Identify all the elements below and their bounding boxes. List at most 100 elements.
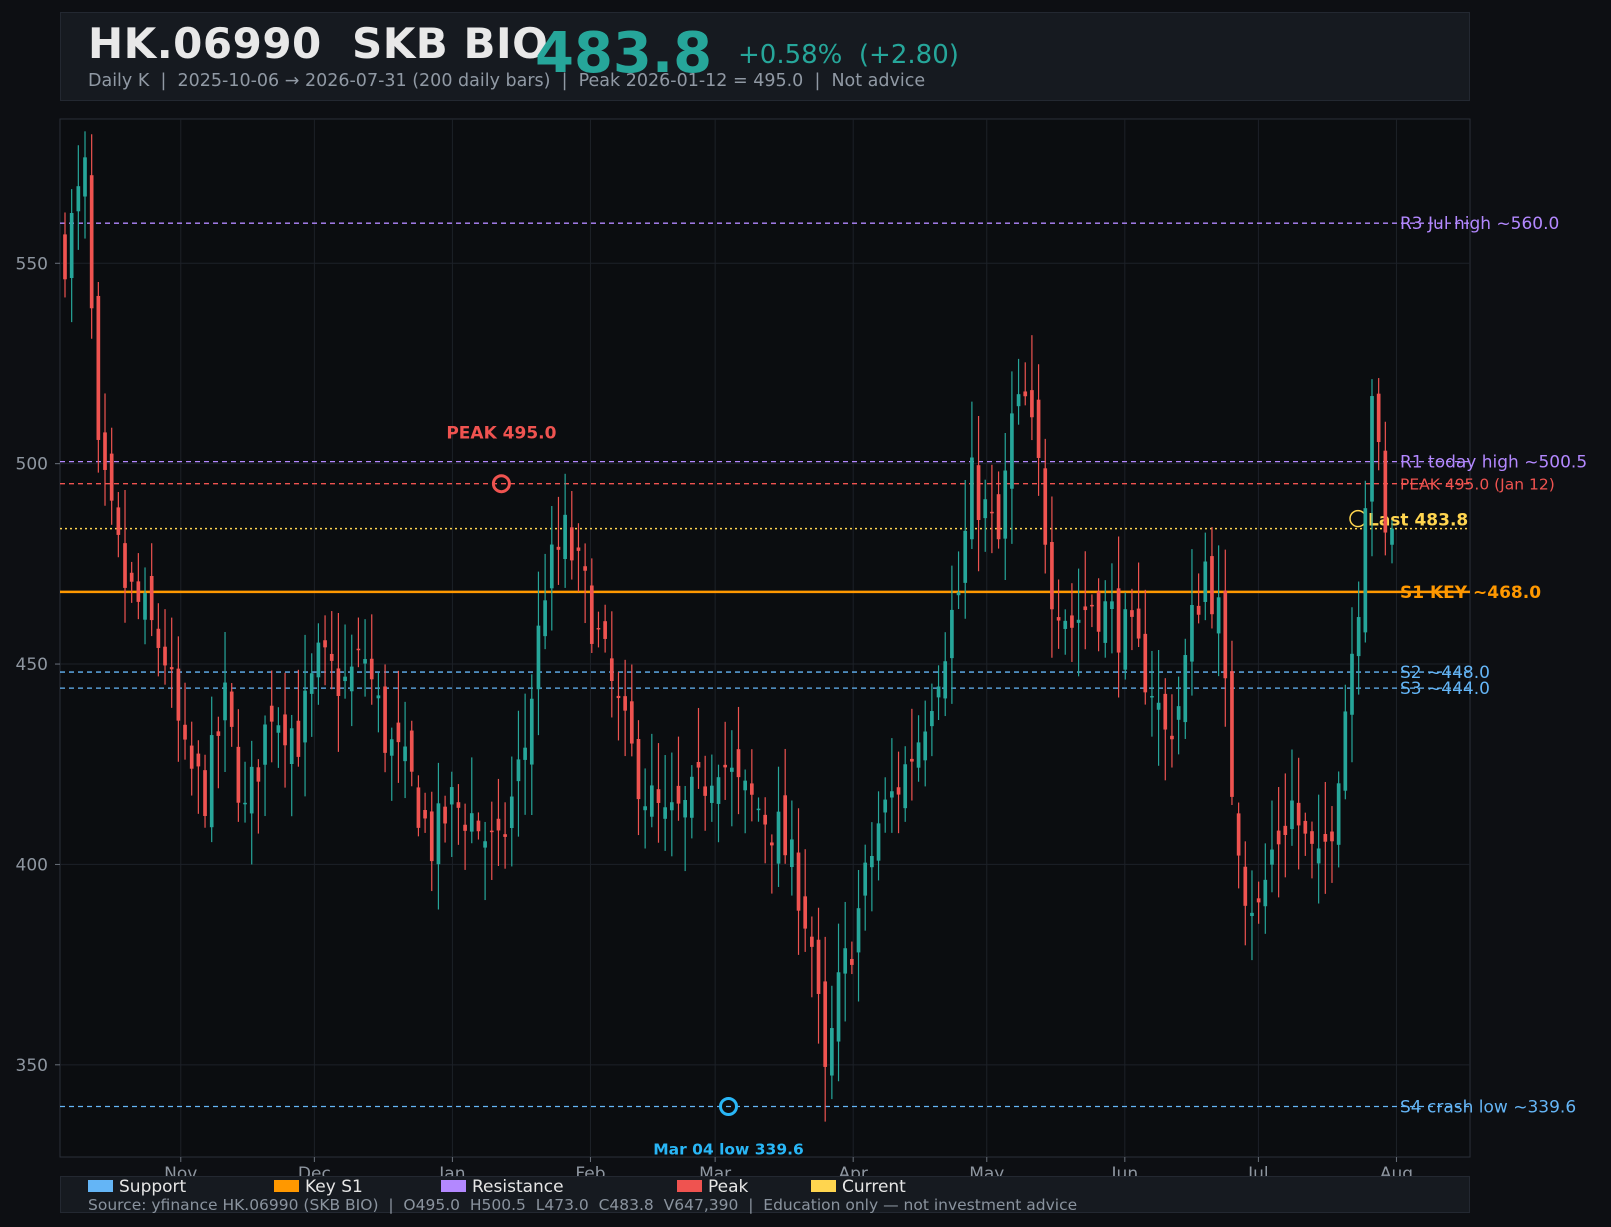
candle-body	[1096, 591, 1101, 632]
candle-body	[716, 777, 721, 804]
legend-label: Key S1	[305, 1177, 363, 1197]
candle-body	[916, 742, 921, 768]
candle-body	[416, 787, 421, 828]
candle-body	[163, 646, 167, 666]
candle-body	[209, 735, 214, 828]
candle-body	[1223, 590, 1228, 679]
candle-body	[436, 803, 441, 865]
candle-body	[1116, 588, 1121, 653]
candle-body	[890, 791, 894, 798]
candle-body	[196, 753, 201, 767]
candle-body	[910, 758, 914, 762]
candle-body	[363, 659, 367, 664]
candle-body	[256, 767, 261, 782]
candle-body	[1063, 620, 1068, 629]
candle-body	[1316, 848, 1321, 864]
candle-body	[509, 796, 514, 829]
candle-body	[643, 806, 647, 811]
candle-body	[1330, 831, 1334, 842]
candle-body	[683, 800, 687, 818]
candle-body	[429, 811, 434, 862]
level-label-resistance: R3 Jul high ~560.0	[1400, 214, 1559, 234]
candle-body	[616, 695, 621, 699]
legend-support: Support	[88, 1177, 186, 1197]
candle-body	[229, 691, 234, 727]
candle-body	[123, 543, 127, 588]
candle-body	[863, 862, 868, 896]
candle-body	[1370, 396, 1374, 502]
candle-body	[149, 576, 154, 621]
candle-body	[649, 785, 654, 817]
candle-body	[423, 810, 427, 819]
y-tick-label: 400	[16, 855, 48, 875]
candle-body	[589, 585, 594, 644]
candle-body	[1136, 608, 1141, 639]
candle-body	[963, 530, 968, 583]
legend-label: Current	[842, 1177, 906, 1197]
candle-body	[1263, 879, 1268, 907]
legend-label: Support	[119, 1177, 187, 1197]
candle-body	[263, 724, 267, 765]
candle-body	[296, 720, 301, 757]
candle-body	[1163, 693, 1168, 730]
y-tick-label: 450	[16, 655, 48, 675]
candle-body	[596, 627, 601, 630]
candle-body	[1363, 508, 1368, 633]
legend-peak: Peak	[677, 1177, 748, 1197]
candle-body	[703, 786, 707, 796]
candle-body	[189, 745, 194, 769]
candle-body	[403, 746, 407, 762]
candle-body	[1270, 849, 1274, 865]
legend-label: Resistance	[472, 1177, 564, 1197]
x-tick-label: Mar	[699, 1164, 731, 1176]
candle-body	[1283, 825, 1288, 836]
candle-body	[996, 494, 1001, 540]
candle-body	[503, 834, 507, 837]
candle-body	[1183, 655, 1188, 723]
candle-body	[983, 499, 988, 519]
candle-body	[1043, 468, 1048, 545]
x-tick-label: Nov	[164, 1164, 197, 1176]
candle-body	[1056, 617, 1061, 621]
candle-body	[1243, 866, 1248, 906]
candle-body	[903, 764, 908, 809]
candle-body	[576, 547, 581, 551]
candle-body	[730, 767, 734, 772]
candle-body	[1230, 671, 1234, 797]
candle-body	[409, 730, 414, 772]
legend-swatch-peak	[677, 1179, 702, 1192]
x-tick-label: Feb	[575, 1164, 605, 1176]
candle-body	[656, 789, 661, 803]
candle-body	[796, 852, 801, 911]
candle-body	[936, 686, 941, 698]
candle-body	[956, 592, 961, 596]
candle-body	[569, 527, 574, 561]
candle-body	[1023, 391, 1028, 397]
candle-body	[1076, 619, 1081, 623]
candle-body	[810, 936, 814, 947]
candle-body	[709, 785, 714, 803]
candle-body	[1236, 813, 1241, 856]
candle-body	[489, 830, 494, 833]
candle-body	[169, 667, 174, 670]
candle-body	[763, 814, 768, 825]
level-label-support: S4 crash low ~339.6	[1400, 1098, 1576, 1118]
candle-body	[463, 824, 467, 831]
chart-footer: Support Key S1 Resistance Peak Current S…	[60, 1176, 1470, 1214]
peak-label: PEAK 495.0	[446, 424, 556, 444]
candle-body	[823, 981, 828, 1067]
candle-body	[1016, 394, 1021, 407]
candle-body	[623, 696, 627, 711]
candle-body	[830, 1028, 834, 1076]
level-label-peak: PEAK 495.0 (Jan 12)	[1400, 476, 1555, 494]
candle-body	[283, 714, 287, 746]
candle-body	[1143, 633, 1148, 693]
x-tick-label: Jul	[1247, 1164, 1269, 1176]
candle-body	[790, 839, 794, 868]
candle-body	[156, 628, 161, 648]
candle-body	[1003, 470, 1008, 539]
candle-body	[376, 695, 381, 699]
candle-body	[1323, 834, 1328, 842]
candle-body	[663, 807, 667, 819]
candle-body	[323, 640, 327, 648]
